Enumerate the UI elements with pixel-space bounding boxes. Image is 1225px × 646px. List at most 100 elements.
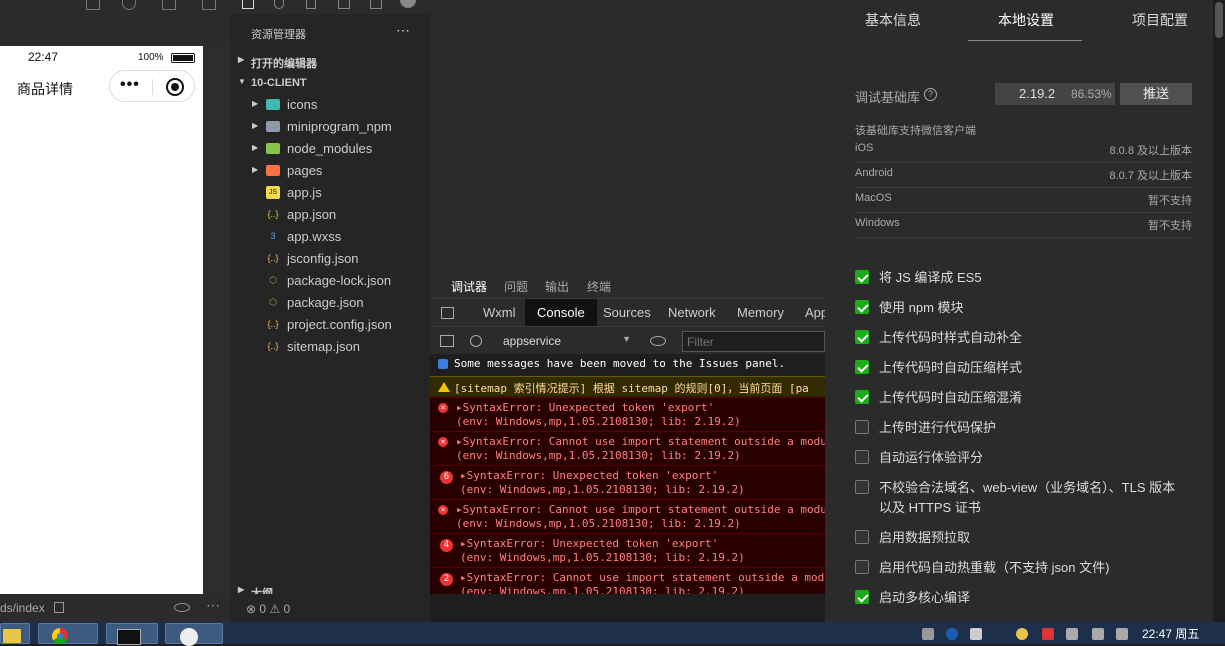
file-item[interactable]: {..} sitemap.json [230, 336, 430, 358]
file-name: sitemap.json [287, 339, 360, 354]
inspect-icon[interactable] [441, 307, 454, 319]
checkbox[interactable] [855, 270, 869, 284]
ime-icon[interactable] [970, 628, 982, 640]
explorer-more-icon[interactable]: ⋯ [396, 22, 410, 39]
taskbar-chrome[interactable] [38, 623, 98, 644]
tab-basic-info[interactable]: 基本信息 [865, 10, 921, 30]
taskbar-wechat-devtools[interactable] [165, 623, 223, 646]
status-time: 22:47 [28, 50, 59, 64]
checkbox[interactable] [855, 300, 869, 314]
folder-item[interactable]: ▶ node_modules [230, 138, 430, 160]
usb-icon[interactable] [1066, 628, 1078, 640]
more-dots-icon[interactable]: ••• [120, 76, 140, 94]
console-error-message[interactable]: × ▸SyntaxError: Cannot use import stateme… [430, 499, 825, 533]
file-item[interactable]: ⬡ package-lock.json [230, 270, 430, 292]
console-warn-message[interactable]: [sitemap 索引情况提示] 根据 sitemap 的规则[0]，当前页面 … [430, 376, 825, 396]
cloud-icon[interactable] [400, 0, 416, 8]
taskbar-cmd[interactable] [106, 623, 158, 645]
console-error-message[interactable]: × ▸SyntaxError: Unexpected token 'export'… [430, 397, 825, 431]
os-name: Windows [855, 217, 900, 229]
file-item[interactable]: {..} project.config.json [230, 314, 430, 336]
sidebar-toggle-icon[interactable] [440, 335, 454, 347]
close-target-icon[interactable] [166, 78, 184, 96]
file-item[interactable]: 3 app.wxss [230, 226, 430, 248]
extensions-icon[interactable] [338, 0, 350, 9]
os-requirement: 8.0.7 及以上版本 [1109, 170, 1192, 182]
network-icon[interactable] [1092, 628, 1104, 640]
window-icon[interactable] [202, 0, 216, 10]
npm-file-icon: ⬡ [269, 275, 277, 285]
copy-icon[interactable] [54, 602, 64, 613]
checkbox[interactable] [855, 560, 869, 574]
checkbox[interactable] [855, 480, 869, 494]
message-source: (env: Windows,mp,1.05.2108130; lib: 2.19… [460, 585, 745, 594]
open-editors-section[interactable]: ▶ 打开的编辑器 [230, 50, 430, 72]
console-info-message[interactable]: Some messages have been moved to the Iss… [430, 354, 825, 376]
live-expression-icon[interactable] [650, 336, 666, 346]
checkbox[interactable] [855, 420, 869, 434]
help-icon[interactable]: ? [924, 88, 937, 101]
tab-problems[interactable]: 问题 [504, 278, 528, 295]
support-row: Android 8.0.7 及以上版本 [855, 163, 1192, 188]
record-icon[interactable] [122, 0, 136, 10]
volume-icon[interactable] [1116, 628, 1128, 640]
message-text: ▸SyntaxError: Cannot use import statemen… [456, 435, 825, 448]
simulator-footer: ds/index ⋯ [0, 594, 230, 622]
filter-input[interactable] [682, 331, 825, 352]
project-section[interactable]: ▼ 10-CLIENT [230, 72, 430, 94]
files-icon[interactable] [242, 0, 254, 9]
caret-right-icon: ▶ [238, 55, 245, 64]
problems-count[interactable]: ⊗ 0 ⚠ 0 [246, 602, 290, 616]
help-icon[interactable] [946, 628, 958, 640]
folder-item[interactable]: ▶ pages [230, 160, 430, 182]
devtab-network[interactable]: Network [656, 299, 728, 327]
devtab-console[interactable]: Console [525, 299, 597, 327]
source-control-icon[interactable] [306, 0, 316, 9]
file-item[interactable]: {..} app.json [230, 204, 430, 226]
console-error-message[interactable]: 4 ▸SyntaxError: Unexpected token 'export'… [430, 533, 825, 567]
tab-terminal[interactable]: 终端 [587, 278, 611, 295]
checkbox[interactable] [855, 530, 869, 544]
file-item[interactable]: {..} jsconfig.json [230, 248, 430, 270]
eye-icon[interactable] [174, 603, 190, 612]
folder-item[interactable]: ▶ icons [230, 94, 430, 116]
more-icon[interactable]: ⋯ [206, 597, 220, 614]
volume-icon[interactable] [162, 0, 176, 10]
clock[interactable]: 22:47 周五 [1142, 625, 1199, 642]
checkbox[interactable] [855, 390, 869, 404]
checkbox[interactable] [855, 450, 869, 464]
debug-icon[interactable] [370, 0, 382, 9]
problems-status[interactable]: ⊗ 0 ⚠ 0 [230, 594, 430, 622]
tab-output[interactable]: 输出 [545, 278, 569, 295]
lib-version-select[interactable]: 2.19.2 86.53% [995, 83, 1115, 105]
folder-item[interactable]: ▶ miniprogram_npm [230, 116, 430, 138]
push-button[interactable]: 推送 [1120, 83, 1192, 105]
checkbox[interactable] [855, 330, 869, 344]
folder-icon [3, 629, 21, 643]
file-name: app.json [287, 207, 337, 222]
phone-icon[interactable] [86, 0, 100, 10]
file-item[interactable]: JS app.js [230, 182, 430, 204]
taskbar-folder[interactable] [0, 623, 30, 644]
settings-scrollbar[interactable] [1213, 0, 1225, 622]
tab-project-config[interactable]: 项目配置 [1132, 10, 1188, 30]
tab-local-settings[interactable]: 本地设置 [998, 10, 1054, 30]
file-item[interactable]: ⬡ package.json [230, 292, 430, 314]
app-tray-icon[interactable] [1042, 628, 1054, 640]
context-select[interactable]: appservice ▼ [498, 331, 633, 351]
checkbox[interactable] [855, 360, 869, 374]
file-name: jsconfig.json [287, 251, 359, 266]
clear-console-icon[interactable] [470, 335, 482, 347]
console-error-message[interactable]: × ▸SyntaxError: Cannot use import stateme… [430, 431, 825, 465]
security-icon[interactable] [1016, 628, 1028, 640]
menu-capsule[interactable]: ••• [109, 70, 195, 102]
devtab-sources[interactable]: Sources [591, 299, 663, 327]
devtab-memory[interactable]: Memory [725, 299, 796, 327]
search-icon[interactable] [274, 0, 284, 9]
console-error-message[interactable]: 6 ▸SyntaxError: Unexpected token 'export'… [430, 465, 825, 499]
devtab-wxml[interactable]: Wxml [471, 299, 528, 327]
checkbox[interactable] [855, 590, 869, 604]
console-error-message[interactable]: 2 ▸SyntaxError: Cannot use import stateme… [430, 567, 825, 594]
phone-screen[interactable]: 22:47 100% 商品详情 ••• [0, 46, 203, 594]
keyboard-icon[interactable] [922, 628, 934, 640]
